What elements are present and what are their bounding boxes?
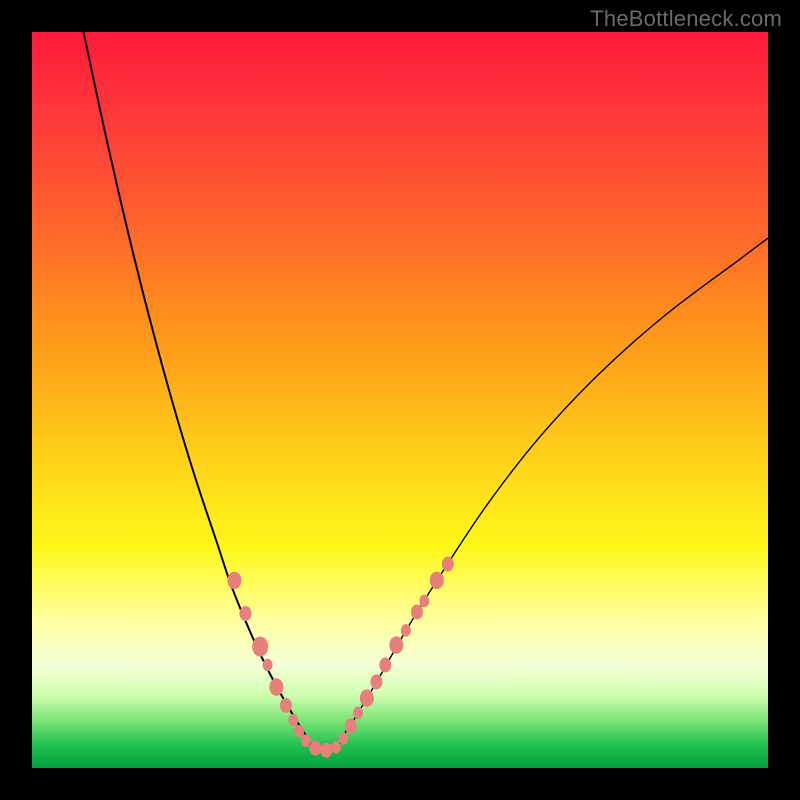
data-bead [338,732,348,745]
curve-right-branch [341,238,768,738]
watermark-text: TheBottleneck.com [590,6,782,32]
bead-cluster-left [227,572,341,758]
data-bead [353,707,363,720]
data-bead [430,572,444,590]
data-bead [379,657,391,672]
data-bead [360,689,374,707]
data-bead [419,595,429,608]
data-bead [370,674,382,689]
data-bead [345,719,357,734]
curve-left-branch [84,32,308,739]
data-bead [389,636,403,654]
data-bead [280,698,292,713]
data-bead [239,606,251,621]
data-bead [269,678,283,696]
data-bead [294,725,304,738]
data-bead [320,743,332,758]
chart-frame [32,32,768,768]
data-bead [252,637,268,657]
chart-svg [32,32,768,768]
data-bead [401,624,411,637]
data-bead [288,714,298,727]
data-bead [309,741,321,756]
data-bead [411,604,423,619]
data-bead [442,557,454,572]
data-bead [227,572,241,590]
data-bead [331,741,341,754]
data-bead [263,659,273,672]
bead-cluster-right [338,557,454,745]
data-bead [301,735,311,748]
